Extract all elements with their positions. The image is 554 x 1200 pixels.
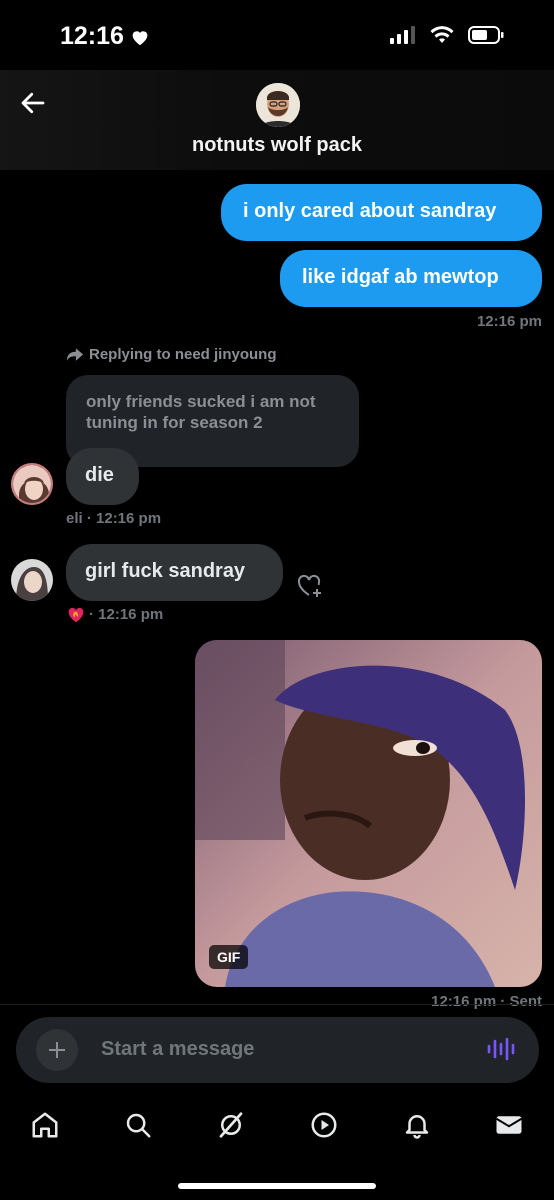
avatar-sender[interactable] <box>11 559 53 601</box>
gif-message[interactable]: GIF <box>195 640 542 987</box>
home-icon <box>32 1112 58 1138</box>
tab-notifications[interactable] <box>400 1108 434 1142</box>
tab-grok[interactable] <box>214 1108 248 1142</box>
wifi-icon <box>430 26 454 43</box>
search-icon <box>126 1113 151 1138</box>
gif-image <box>195 640 542 987</box>
reply-label-text: Replying to need jinyoung <box>89 346 277 363</box>
message-timestamp: · 12:16 pm <box>89 606 164 623</box>
message-input[interactable]: Start a message <box>101 1038 254 1061</box>
voice-message-button[interactable] <box>486 1035 516 1068</box>
reply-indicator: Replying to need jinyoung <box>66 346 277 363</box>
back-button[interactable] <box>18 88 48 118</box>
tab-messages[interactable] <box>492 1108 526 1142</box>
add-media-button[interactable] <box>36 1029 78 1071</box>
group-avatar[interactable] <box>256 83 300 127</box>
voice-waveform-icon <box>487 1037 515 1061</box>
message-status: 12:16 pm · Sent <box>431 993 542 1010</box>
divider <box>0 1004 554 1005</box>
status-icons <box>390 26 504 44</box>
conversation-title[interactable]: notnuts wolf pack <box>0 134 554 157</box>
heart-icon <box>132 30 148 45</box>
back-arrow-icon <box>21 92 45 114</box>
tab-search[interactable] <box>121 1108 155 1142</box>
time-text: 12:16 <box>60 22 124 50</box>
message-timestamp: 12:16 pm <box>476 313 542 330</box>
gif-badge: GIF <box>209 945 249 969</box>
mail-icon <box>495 1116 523 1134</box>
avatar-image <box>256 83 300 127</box>
avatar-image <box>11 559 53 601</box>
message-bubble-outgoing[interactable]: i only cared about sandray <box>221 184 542 241</box>
reaction-heart-on-fire-icon[interactable] <box>67 606 85 629</box>
reply-arrow-icon <box>66 348 84 361</box>
bell-icon <box>405 1115 429 1139</box>
plus-icon <box>49 1042 65 1058</box>
message-bubble-outgoing[interactable]: like idgaf ab mewtop <box>280 250 542 307</box>
battery-icon <box>468 26 504 44</box>
heart-on-fire-icon <box>68 607 84 623</box>
tab-home[interactable] <box>28 1108 62 1142</box>
home-indicator <box>178 1183 376 1189</box>
avatar-image <box>13 465 51 503</box>
message-bubble-incoming[interactable]: die <box>66 448 139 505</box>
cellular-signal-icon <box>390 26 415 44</box>
tab-video[interactable] <box>307 1108 341 1142</box>
video-icon <box>311 1112 337 1138</box>
message-bubble-incoming[interactable]: girl fuck sandray <box>66 544 283 601</box>
message-sender-timestamp: eli · 12:16 pm <box>66 510 162 527</box>
avatar-eli[interactable] <box>11 463 53 505</box>
react-heart-button[interactable] <box>296 573 324 599</box>
message-composer[interactable] <box>16 1017 539 1083</box>
heart-plus-icon <box>297 574 321 597</box>
status-bar-time: 12:16 <box>60 22 150 51</box>
grok-icon <box>219 1112 243 1138</box>
